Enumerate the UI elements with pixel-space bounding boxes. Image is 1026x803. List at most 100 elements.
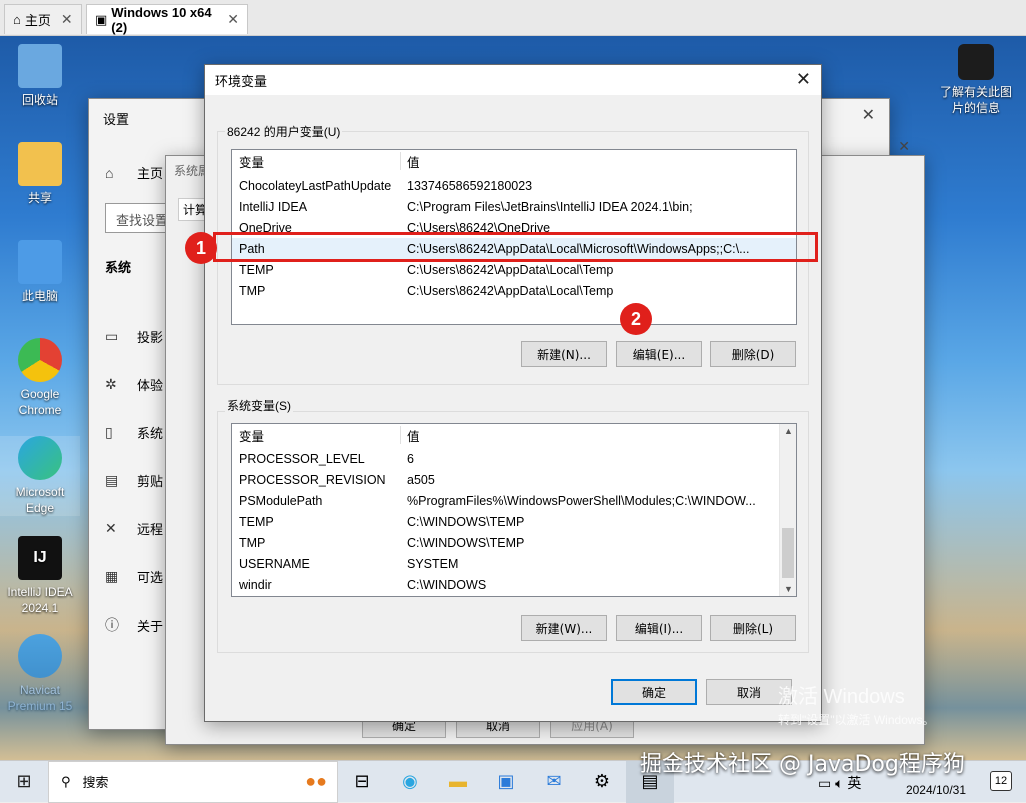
desktop-icon-intellij[interactable]: IJ IntelliJ IDEA 2024.1 <box>0 536 80 616</box>
nav-label: 投影 <box>137 330 164 345</box>
var-name: PROCESSOR_REVISION <box>239 472 386 487</box>
nav-label: 可选 <box>137 570 164 585</box>
desktop-icon-this-pc[interactable]: 此电脑 <box>0 240 80 304</box>
close-icon[interactable]: ✕ <box>862 105 875 125</box>
tab-vm-label: Windows 10 x64 (2) <box>111 4 212 35</box>
file-explorer-icon[interactable]: ▬ <box>434 761 482 803</box>
var-value: C:\WINDOWS\TEMP <box>407 535 525 550</box>
tab-vm[interactable]: ▣ Windows 10 x64 (2) ✕ <box>86 4 248 35</box>
settings-title: 设置 <box>103 112 130 127</box>
settings-gear-icon[interactable]: ⚙ <box>578 761 626 803</box>
sys-new-button[interactable]: 新建(W)... <box>521 615 607 641</box>
settings-nav-experience[interactable]: ✲ 体验 <box>105 375 163 394</box>
table-row[interactable]: TMP C:\WINDOWS\TEMP <box>232 532 796 553</box>
info-icon: ⓘ <box>105 617 119 633</box>
intellij-icon: IJ <box>18 536 62 580</box>
var-name: windir <box>239 577 272 592</box>
home-icon: ⌂ <box>105 164 114 181</box>
notification-center-icon[interactable]: 12 <box>990 771 1012 791</box>
col-var-header[interactable]: 变量 <box>239 426 264 445</box>
table-row[interactable]: TEMP C:\WINDOWS\TEMP <box>232 511 796 532</box>
close-icon[interactable]: ✕ <box>61 11 73 28</box>
taskbar-search[interactable]: ⚲ 搜索 ●● <box>48 760 338 803</box>
var-value: C:\WINDOWS <box>407 577 487 592</box>
table-row[interactable]: PSModulePath %ProgramFiles%\WindowsPowerS… <box>232 490 796 511</box>
nav-label: 体验 <box>137 378 164 393</box>
desktop-icon-label: Navicat Premium 15 <box>7 683 73 713</box>
settings-nav-clipboard[interactable]: ▤ 剪贴 <box>105 471 163 490</box>
var-value: 6 <box>407 451 414 466</box>
tab-home[interactable]: ⌂ 主页 ✕ <box>4 4 82 34</box>
sys-vars-list[interactable]: 变量 值 PROCESSOR_LEVEL 6 PROCESSOR_REVISION… <box>231 423 797 597</box>
sys-edit-button[interactable]: 编辑(I)... <box>616 615 702 641</box>
user-delete-button[interactable]: 删除(D) <box>710 341 796 367</box>
settings-nav-optional[interactable]: ▦ 可选 <box>105 567 163 586</box>
scroll-thumb[interactable] <box>782 528 794 578</box>
remote-icon: ✕ <box>105 520 117 536</box>
vm-tab-bar: ⌂ 主页 ✕ ▣ Windows 10 x64 (2) ✕ <box>0 0 1026 36</box>
var-value: 133746586592180023 <box>407 178 533 193</box>
search-icon: ⚲ <box>61 773 71 789</box>
close-icon[interactable]: ✕ <box>227 11 239 28</box>
user-edit-button[interactable]: 编辑(E)... <box>616 341 702 367</box>
scroll-up-icon[interactable]: ▲ <box>780 426 796 436</box>
table-row[interactable]: IntelliJ IDEA C:\Program Files\JetBrains\… <box>232 196 796 217</box>
desktop-icon-chrome[interactable]: Google Chrome <box>0 338 80 418</box>
col-var-header[interactable]: 变量 <box>239 152 264 171</box>
edge-icon <box>18 436 62 480</box>
home-icon: ⌂ <box>13 12 21 27</box>
start-button[interactable]: ⊞ <box>0 761 48 803</box>
step-badge-2: 2 <box>620 303 652 335</box>
settings-nav-system[interactable]: ▯ 系统 <box>105 423 163 442</box>
settings-nav-projection[interactable]: ▭ 投影 <box>105 327 163 346</box>
pumpkin-icon: ●● <box>305 771 327 791</box>
settings-home[interactable]: ⌂ 主页 <box>105 163 163 182</box>
table-row[interactable]: ChocolateyLastPathUpdate 1337465865921800… <box>232 175 796 196</box>
desktop-icon-share[interactable]: 共享 <box>0 142 80 206</box>
table-row[interactable]: PROCESSOR_REVISION a505 <box>232 469 796 490</box>
recycle-bin-icon <box>18 44 62 88</box>
table-row[interactable]: PROCESSOR_LEVEL 6 <box>232 448 796 469</box>
store-icon[interactable]: ▣ <box>482 761 530 803</box>
nav-label: 系统 <box>137 426 164 441</box>
sys-delete-button[interactable]: 删除(L) <box>710 615 796 641</box>
settings-section-title: 系统 <box>105 257 131 276</box>
settings-nav-about[interactable]: ⓘ 关于 <box>105 615 163 635</box>
env-ok-button[interactable]: 确定 <box>611 679 697 705</box>
desktop-icon-label: 了解有关此图片的信息 <box>939 85 1012 115</box>
table-row[interactable]: windir C:\WINDOWS <box>232 574 796 595</box>
desktop-icon-edge[interactable]: Microsoft Edge <box>0 436 80 516</box>
desktop-icon-image-info[interactable]: 了解有关此图片的信息 <box>935 44 1017 116</box>
desktop-icon-label: 此电脑 <box>21 289 58 303</box>
sys-vars-scrollbar[interactable]: ▲ ▼ <box>779 424 796 596</box>
clock[interactable]: 00:00 2024/10/31 <box>906 763 966 799</box>
col-val-header[interactable]: 值 <box>407 152 420 171</box>
settings-nav-remote[interactable]: ✕ 远程 <box>105 519 163 538</box>
close-icon[interactable]: ✕ <box>796 69 811 90</box>
desktop-icon-label: Google Chrome <box>18 387 62 417</box>
desktop-icon-recycle-bin[interactable]: 回收站 <box>0 44 80 108</box>
scroll-down-icon[interactable]: ▼ <box>780 584 796 594</box>
var-value: C:\Users\86242\AppData\Local\Temp <box>407 283 614 298</box>
var-value: C:\WINDOWS\TEMP <box>407 514 525 529</box>
col-val-header[interactable]: 值 <box>407 426 420 445</box>
table-row[interactable]: TMP C:\Users\86242\AppData\Local\Temp <box>232 280 796 301</box>
var-name: PROCESSOR_LEVEL <box>239 451 365 466</box>
task-view-icon[interactable]: ⊟ <box>338 761 386 803</box>
user-new-button[interactable]: 新建(N)... <box>521 341 607 367</box>
navicat-icon <box>18 634 62 678</box>
folder-icon <box>18 142 62 186</box>
close-icon[interactable]: ✕ <box>898 138 910 155</box>
list-header: 变量 值 <box>232 424 796 446</box>
edge-taskbar-icon[interactable]: ◉ <box>386 761 434 803</box>
desktop-icon-label: IntelliJ IDEA 2024.1 <box>7 585 73 615</box>
activate-sub: 转到"设置"以激活 Windows。 <box>778 713 935 727</box>
var-name: TEMP <box>239 514 274 529</box>
desktop-icon-navicat[interactable]: Navicat Premium 15 <box>0 634 80 714</box>
search-label: 搜索 <box>82 775 109 790</box>
section-label: 系统 <box>105 260 132 275</box>
env-title: 环境变量 <box>215 73 268 89</box>
table-row[interactable]: TEMP C:\Users\86242\AppData\Local\Temp <box>232 259 796 280</box>
mail-icon[interactable]: ✉ <box>530 761 578 803</box>
table-row[interactable]: USERNAME SYSTEM <box>232 553 796 574</box>
